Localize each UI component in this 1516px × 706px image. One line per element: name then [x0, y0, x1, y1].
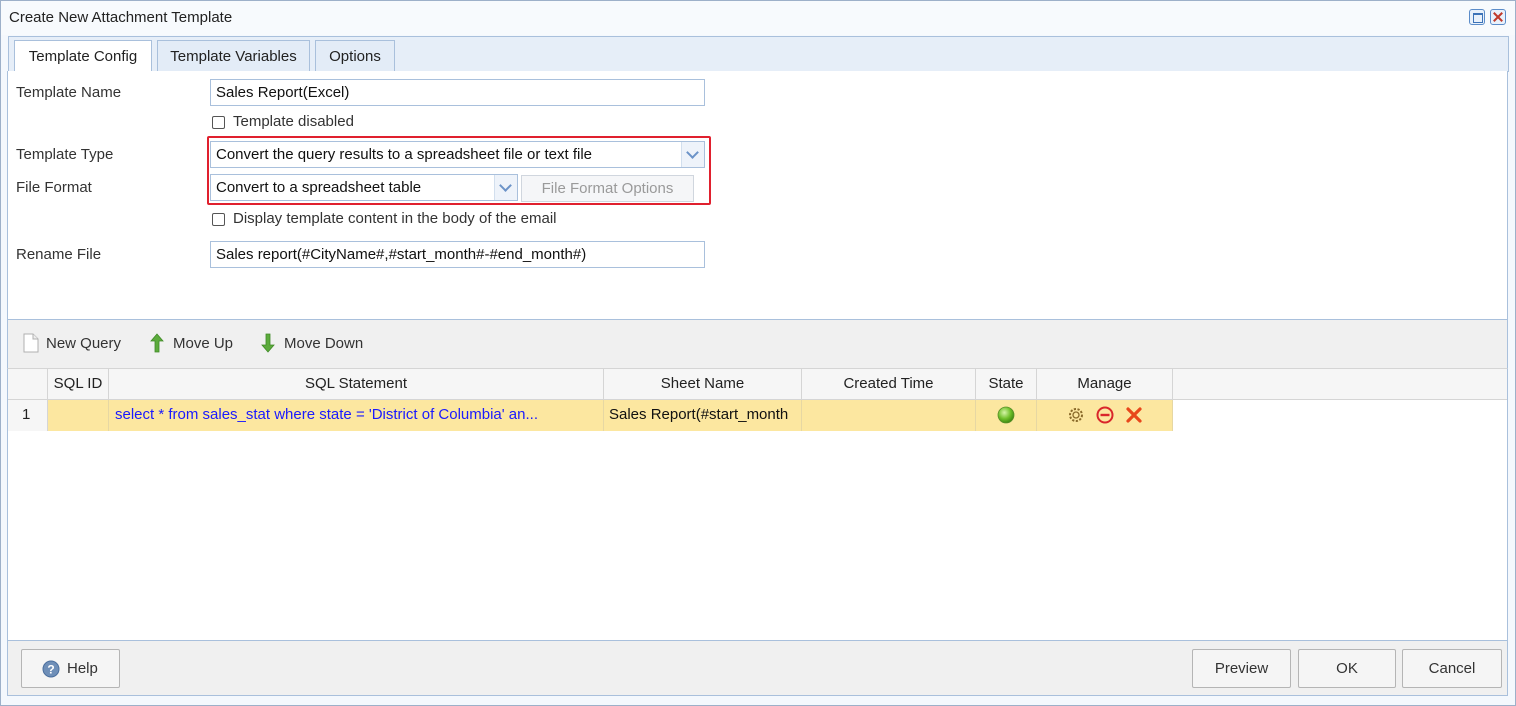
title-bar: Create New Attachment Template	[1, 1, 1515, 35]
green-dot-icon	[997, 406, 1015, 424]
column-header-sheet-name[interactable]: Sheet Name	[604, 369, 802, 400]
row-number-header	[8, 369, 48, 400]
arrow-up-icon	[150, 333, 164, 353]
arrow-down-icon	[261, 333, 275, 353]
cancel-button[interactable]: Cancel	[1402, 649, 1502, 688]
column-header-filler	[1173, 369, 1507, 400]
display-in-body-checkbox[interactable]	[212, 213, 225, 226]
help-button[interactable]: ? Help	[21, 649, 120, 688]
template-disabled-label: Template disabled	[233, 113, 354, 130]
cell-state[interactable]	[976, 400, 1037, 431]
template-name-label: Template Name	[16, 84, 122, 101]
column-header-manage[interactable]: Manage	[1037, 369, 1173, 400]
cell-sheet-name[interactable]: Sales Report(#start_month	[604, 400, 802, 431]
remove-circle-icon[interactable]	[1095, 405, 1115, 425]
close-icon[interactable]	[1490, 9, 1506, 25]
dialog-footer: ? Help Preview OK Cancel	[7, 640, 1508, 696]
preview-button[interactable]: Preview	[1192, 649, 1291, 688]
ok-button[interactable]: OK	[1298, 649, 1396, 688]
window-title: Create New Attachment Template	[9, 9, 233, 26]
tab-options[interactable]: Options	[315, 40, 395, 73]
template-type-label: Template Type	[16, 146, 114, 163]
tab-bar: Template Config Template Variables Optio…	[8, 36, 1509, 74]
cell-manage	[1037, 400, 1173, 431]
move-down-label: Move Down	[284, 335, 364, 352]
new-query-button[interactable]: New Query	[22, 333, 132, 355]
query-toolbar: New Query Move Up Move Down	[7, 320, 1508, 368]
rename-file-input[interactable]: Sales report(#CityName#,#start_month#-#e…	[210, 241, 705, 268]
template-name-input[interactable]: Sales Report(Excel)	[210, 79, 705, 106]
highlight-annotation-box	[207, 136, 711, 205]
tab-template-variables[interactable]: Template Variables	[157, 40, 310, 73]
delete-x-icon[interactable]	[1124, 405, 1144, 425]
move-down-button[interactable]: Move Down	[261, 333, 381, 355]
cell-sql-statement[interactable]: select * from sales_stat where state = '…	[109, 400, 604, 431]
rename-file-label: Rename File	[16, 246, 102, 263]
column-header-created-time[interactable]: Created Time	[802, 369, 976, 400]
maximize-icon[interactable]	[1469, 9, 1485, 25]
svg-text:?: ?	[47, 663, 54, 677]
column-header-state[interactable]: State	[976, 369, 1037, 400]
new-query-label: New Query	[46, 335, 122, 352]
gear-icon[interactable]	[1066, 405, 1086, 425]
column-header-sql-statement[interactable]: SQL Statement	[109, 369, 604, 400]
display-in-body-label: Display template content in the body of …	[233, 210, 557, 227]
new-document-icon	[23, 333, 39, 353]
file-format-label: File Format	[16, 179, 92, 196]
cell-created-time[interactable]	[802, 400, 976, 431]
move-up-button[interactable]: Move Up	[150, 333, 250, 355]
move-up-label: Move Up	[173, 335, 234, 352]
row-number: 1	[8, 400, 48, 431]
query-grid: SQL ID SQL Statement Sheet Name Created …	[7, 368, 1508, 640]
column-header-sql-id[interactable]: SQL ID	[48, 369, 109, 400]
help-icon: ?	[42, 660, 60, 678]
tab-template-config[interactable]: Template Config	[14, 40, 152, 74]
cell-sql-id[interactable]	[48, 400, 109, 431]
template-disabled-checkbox[interactable]	[212, 116, 225, 129]
help-label: Help	[67, 660, 98, 677]
